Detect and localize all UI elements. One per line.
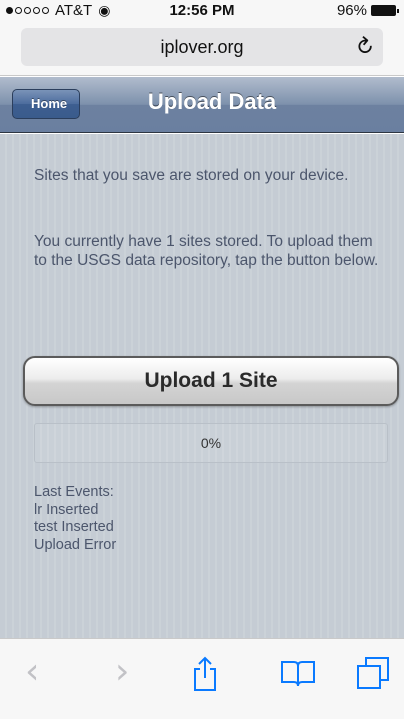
event-item: lr Inserted	[34, 501, 99, 518]
progress-text: 0%	[200, 435, 222, 451]
app-header: Home Upload Data	[0, 77, 404, 133]
upload-button[interactable]: Upload 1 Site	[23, 356, 399, 406]
book-icon[interactable]	[280, 659, 316, 695]
info-text-storage: Sites that you save are stored on your d…	[34, 167, 349, 184]
battery-percent: 96%	[336, 2, 367, 19]
page-title: Upload Data	[147, 89, 277, 114]
info-text-upload: You currently have 1 sites stored. To up…	[34, 233, 379, 269]
event-item: test Inserted	[34, 519, 114, 535]
tabs-icon[interactable]	[356, 656, 390, 698]
content-area: Sites that you save are stored on your d…	[0, 134, 404, 638]
events-heading: Last Events:	[34, 484, 114, 500]
event-item: Upload Error	[34, 536, 117, 553]
status-bar: AT&T ◉ 12:56 PM 96%	[0, 0, 404, 24]
status-right: 96%	[336, 2, 399, 19]
browser-toolbar: ‹ ›	[0, 638, 404, 719]
upload-progress-bar: 0%	[34, 423, 388, 463]
events-log: Last Events: lr Inserted test Inserted U…	[34, 484, 334, 554]
chevron-left-icon[interactable]: ‹	[25, 651, 39, 692]
share-icon[interactable]	[192, 656, 218, 700]
battery-icon	[371, 5, 399, 16]
chevron-right-icon[interactable]: ›	[115, 651, 129, 692]
address-bar[interactable]: iplover.org ↻	[21, 28, 383, 66]
browser-chrome: AT&T ◉ 12:56 PM 96% iplover.org ↻	[0, 0, 404, 76]
url-text[interactable]: iplover.org	[21, 37, 383, 58]
reload-icon[interactable]: ↻	[348, 31, 379, 63]
